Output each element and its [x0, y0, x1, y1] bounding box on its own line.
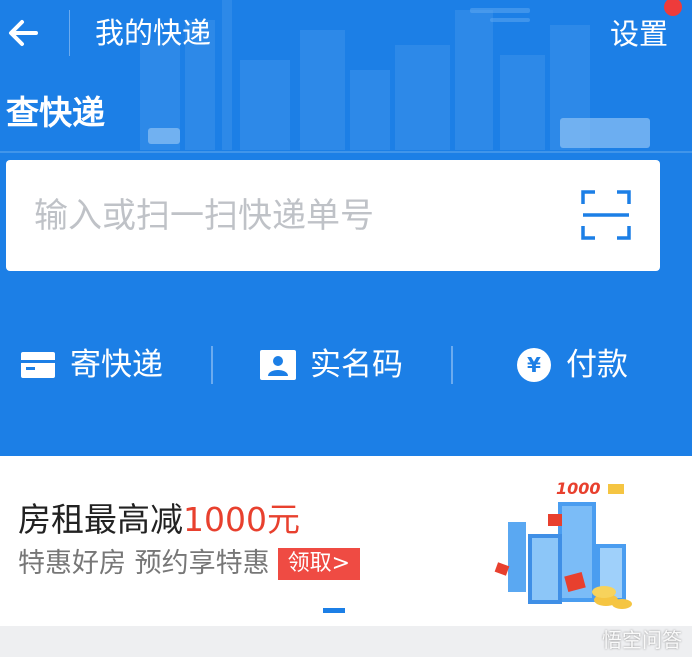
promo-banner[interactable]: 房租最高减1000元 特惠好房 预约享特惠 领取> 1000 [0, 456, 692, 626]
action-divider [211, 346, 213, 384]
promo-title-amount: 1000元 [183, 500, 300, 539]
send-parcel-button[interactable]: 寄快递 [20, 330, 163, 400]
promo-subtitle: 特惠好房 预约享特惠 [18, 548, 270, 579]
id-card-icon [260, 350, 296, 380]
header-area: 我的快递 设置 查快递 输入或扫一扫快递单号 寄快递 实名码 ¥ 付款 [0, 0, 692, 456]
promo-title: 房租最高减1000元 [18, 498, 300, 542]
yuan-symbol: ¥ [527, 353, 541, 377]
top-bar: 我的快递 设置 [0, 0, 692, 68]
topbar-divider [69, 10, 70, 56]
notification-dot [664, 0, 682, 16]
page-title: 我的快递 [95, 16, 212, 50]
bottom-strip [0, 626, 692, 657]
parcel-icon [21, 352, 55, 378]
illustration-badge-number: 1000 [556, 479, 601, 498]
real-name-code-label: 实名码 [310, 347, 403, 383]
tracking-number-input[interactable]: 输入或扫一扫快递单号 [6, 160, 660, 271]
send-parcel-label: 寄快递 [70, 347, 163, 383]
pay-label: 付款 [566, 347, 628, 383]
yuan-icon: ¥ [517, 348, 551, 382]
action-divider [451, 346, 453, 384]
section-title: 查快递 [6, 93, 105, 132]
back-button[interactable] [6, 14, 44, 52]
settings-label: 设置 [609, 17, 668, 51]
pay-button[interactable]: ¥ 付款 [516, 330, 628, 400]
buildings-coins-illustration: 1000 [494, 479, 632, 609]
arrow-left-icon [9, 20, 38, 46]
claim-button[interactable]: 领取> [277, 548, 361, 580]
watermark: 悟空问答 [602, 628, 682, 652]
promo-subtitle-row: 特惠好房 预约享特惠 领取> [18, 546, 361, 582]
real-name-code-button[interactable]: 实名码 [260, 330, 403, 400]
settings-button[interactable]: 设置 [609, 0, 682, 54]
quick-actions: 寄快递 实名码 ¥ 付款 [0, 330, 692, 400]
promo-title-prefix: 房租最高减 [18, 500, 183, 539]
search-placeholder: 输入或扫一扫快递单号 [34, 196, 374, 236]
carousel-indicator [323, 608, 345, 613]
scan-icon[interactable] [581, 190, 631, 240]
